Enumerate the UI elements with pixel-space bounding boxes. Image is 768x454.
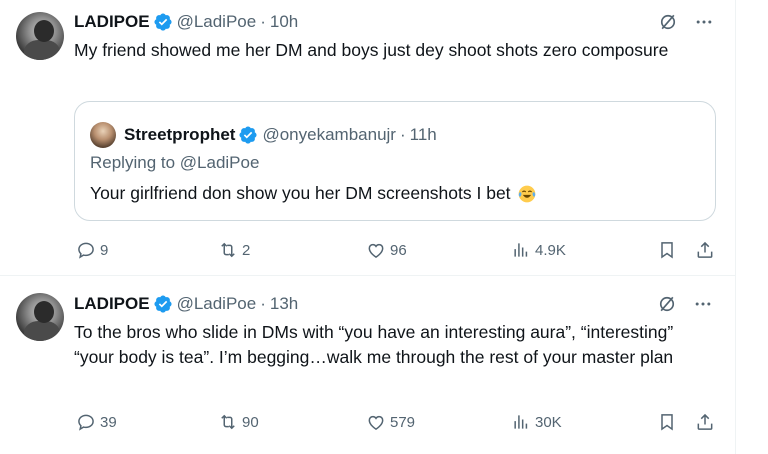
quoted-text: Your girlfriend don show you her DM scre… — [90, 183, 511, 203]
separator-dot: · — [260, 12, 266, 31]
repost-icon — [221, 242, 235, 258]
bookmark-button[interactable] — [657, 412, 677, 432]
tweet-actions: 39 90 579 30K — [0, 412, 736, 432]
separator-dot: · — [260, 294, 266, 313]
reply-count: 9 — [100, 241, 109, 259]
handle[interactable]: @LadiPoe — [177, 12, 257, 32]
repost-button[interactable]: 2 — [218, 240, 250, 260]
tweet-text: To the bros who slide in DMs with “you h… — [74, 322, 674, 367]
tweet-1[interactable]: LADIPOE @LadiPoe · 10h My friend showed … — [0, 0, 736, 276]
grok-icon[interactable] — [658, 12, 678, 32]
repost-button[interactable]: 90 — [218, 412, 259, 432]
share-button[interactable] — [695, 412, 715, 432]
replying-to: Replying to @LadiPoe — [90, 153, 260, 172]
quoted-timestamp: 11h — [409, 125, 437, 144]
bookmark-icon — [661, 414, 673, 431]
timeline-feed: LADIPOE @LadiPoe · 10h My friend showed … — [0, 0, 736, 454]
share-icon — [697, 241, 713, 258]
view-count: 30K — [535, 413, 562, 431]
like-count: 96 — [390, 241, 407, 259]
more-icon[interactable] — [694, 12, 714, 32]
tweet-header-actions — [658, 12, 714, 32]
grok-icon[interactable] — [657, 294, 677, 314]
separator-dot: · — [399, 125, 406, 144]
like-icon — [368, 415, 384, 430]
verified-badge-icon — [239, 126, 258, 144]
face-with-tears-of-joy-icon — [518, 185, 535, 202]
reply-count: 39 — [100, 413, 117, 431]
like-button[interactable]: 96 — [366, 240, 407, 260]
repost-count: 90 — [242, 413, 259, 431]
display-name[interactable]: LADIPOE — [74, 294, 150, 314]
like-count: 579 — [390, 413, 416, 431]
views-icon — [514, 415, 528, 429]
bookmark-button[interactable] — [657, 240, 677, 260]
share-button[interactable] — [695, 240, 715, 260]
tweet-actions: 9 2 96 4.9K — [0, 240, 736, 260]
tweet-header: LADIPOE @LadiPoe · 13h — [74, 294, 298, 314]
views-button[interactable]: 30K — [511, 412, 562, 432]
views-icon — [514, 243, 528, 257]
quoted-tweet-text: Your girlfriend don show you her DM scre… — [90, 183, 537, 204]
quoted-handle: @onyekambanujr — [262, 125, 396, 144]
view-count: 4.9K — [535, 241, 566, 259]
repost-icon — [221, 414, 235, 430]
reply-icon — [78, 414, 94, 431]
tweet-header-actions — [657, 294, 713, 314]
more-icon[interactable] — [693, 294, 713, 314]
timestamp[interactable]: 13h — [270, 294, 298, 314]
timestamp[interactable]: 10h — [270, 12, 298, 32]
handle[interactable]: @LadiPoe — [177, 294, 257, 314]
avatar[interactable] — [16, 12, 64, 60]
like-button[interactable]: 579 — [366, 412, 415, 432]
reply-button[interactable]: 9 — [76, 240, 108, 260]
tweet-header: LADIPOE @LadiPoe · 10h — [74, 12, 298, 32]
views-button[interactable]: 4.9K — [511, 240, 566, 260]
quoted-tweet[interactable]: Streetprophet @onyekambanujr · 11h Reply… — [74, 101, 716, 221]
reply-icon — [78, 242, 94, 259]
reply-button[interactable]: 39 — [76, 412, 117, 432]
tweet-text: My friend showed me her DM and boys just… — [74, 40, 669, 60]
verified-badge-icon — [154, 13, 172, 31]
like-icon — [368, 243, 384, 258]
quoted-tweet-header: Streetprophet @onyekambanujr · 11h — [90, 122, 437, 148]
repost-count: 2 — [242, 241, 251, 259]
avatar[interactable] — [16, 293, 64, 341]
share-icon — [697, 413, 713, 430]
bookmark-icon — [661, 242, 673, 259]
quoted-avatar — [90, 122, 116, 148]
quoted-display-name: Streetprophet — [124, 125, 236, 144]
display-name[interactable]: LADIPOE — [74, 12, 150, 32]
verified-badge-icon — [154, 295, 172, 313]
